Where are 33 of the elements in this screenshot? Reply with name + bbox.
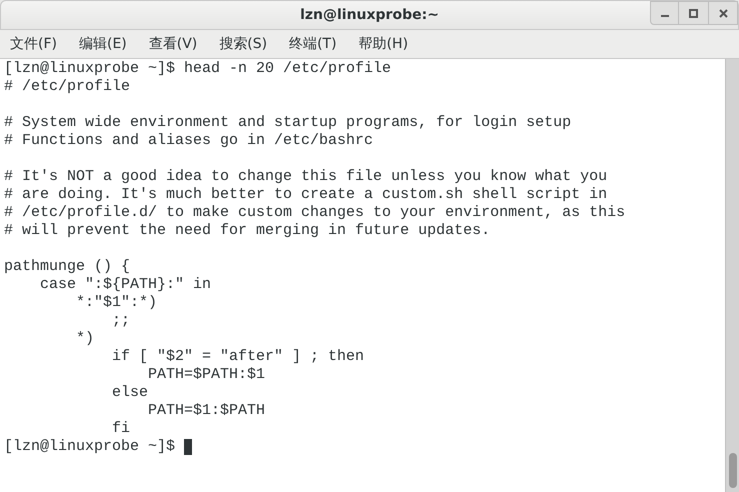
scrollbar[interactable]	[725, 59, 739, 492]
menu-item[interactable]: 终端(T)	[285, 34, 341, 54]
menu-item[interactable]: 编辑(E)	[74, 34, 131, 54]
terminal-line: *:"$1":*)	[75, 294, 158, 312]
minimize-button[interactable]	[650, 1, 679, 25]
close-icon	[718, 8, 728, 18]
terminal-line: # System wide environment and startup programs, for login setup	[4, 114, 572, 132]
terminal-line: [lzn@linuxprobe ~]$ head -n 20 /etc/profile	[4, 60, 392, 78]
terminal-line: else	[111, 384, 148, 402]
terminal-line: case ":${PATH}:" in	[39, 276, 212, 294]
window-title: lzn@linuxprobe:~	[300, 6, 439, 24]
menu-item[interactable]: 帮助(H)	[354, 34, 412, 54]
menu-item[interactable]: 文件(F)	[6, 34, 61, 54]
maximize-icon	[689, 8, 698, 18]
menu-item[interactable]: 搜索(S)	[215, 34, 272, 54]
terminal-line: # Functions and aliases go in /etc/bashrc	[4, 132, 374, 150]
terminal-line: # It's NOT a good idea to change this file unless you know what you	[4, 168, 608, 186]
terminal-line: pathmunge () {	[4, 258, 130, 276]
terminal-line: PATH=$1:$PATH	[147, 402, 266, 420]
maximize-button[interactable]	[679, 1, 708, 25]
terminal-line: *)	[75, 330, 94, 348]
prompt-line: [lzn@linuxprobe ~]$	[4, 438, 176, 456]
terminal-line: # /etc/profile	[4, 78, 130, 96]
scrollbar-thumb[interactable]	[728, 453, 736, 488]
close-button[interactable]	[708, 1, 738, 25]
terminal-line: ;;	[111, 312, 130, 330]
terminal-line: PATH=$PATH:$1	[147, 366, 266, 384]
terminal-line: if [ "$2" = "after" ] ; then	[111, 348, 364, 366]
terminal-line: # will prevent the need for merging in future updates.	[4, 222, 490, 240]
terminal-line: fi	[111, 420, 130, 438]
menu-item[interactable]: 查看(V)	[144, 34, 202, 54]
terminal-line: # /etc/profile.d/ to make custom changes to your environment, as this	[4, 204, 626, 222]
terminal-line: # are doing. It's much better to create a custom.sh shell script in	[4, 186, 608, 204]
